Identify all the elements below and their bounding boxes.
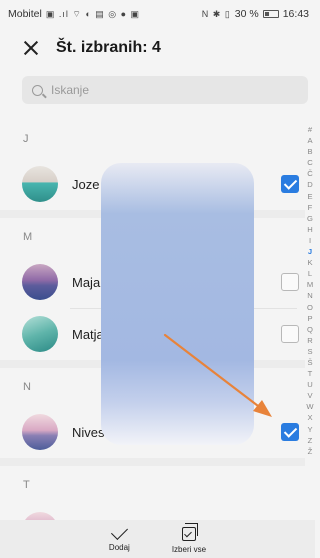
index-letter[interactable]: C — [307, 157, 312, 168]
index-letter[interactable]: Q — [307, 324, 313, 335]
search-input[interactable] — [51, 83, 281, 97]
search-bar[interactable] — [22, 76, 308, 104]
index-letter[interactable]: F — [308, 202, 313, 213]
header: Št. izbranih: 4 — [0, 28, 315, 68]
avatar — [22, 166, 58, 202]
index-letter[interactable]: J — [308, 246, 312, 257]
index-letter[interactable]: K — [307, 257, 312, 268]
index-letter[interactable]: N — [307, 290, 312, 301]
index-letter[interactable]: X — [307, 412, 312, 423]
index-letter[interactable]: Č — [307, 168, 312, 179]
close-icon[interactable] — [22, 39, 40, 57]
check-icon — [110, 523, 128, 540]
checkbox-checked[interactable] — [281, 423, 299, 441]
select-all-icon — [181, 523, 198, 541]
index-letter[interactable]: T — [308, 368, 313, 379]
index-letter[interactable]: M — [307, 279, 313, 290]
index-letter[interactable]: S — [307, 346, 312, 357]
section-divider — [0, 458, 305, 466]
index-letter[interactable]: Š — [307, 357, 312, 368]
index-letter[interactable]: L — [308, 268, 312, 279]
avatar — [22, 414, 58, 450]
checkbox-unchecked[interactable] — [281, 325, 299, 343]
clock: 16:43 — [282, 8, 309, 20]
index-letter[interactable]: P — [307, 313, 312, 324]
battery-percent: 30 % — [234, 8, 259, 20]
index-letter[interactable]: E — [307, 191, 312, 202]
index-letter[interactable]: Ž — [308, 446, 313, 457]
section-header-j: J — [0, 120, 305, 158]
index-letter[interactable]: H — [307, 224, 312, 235]
battery-icon — [262, 10, 279, 18]
index-letter[interactable]: B — [307, 146, 312, 157]
page-title: Št. izbranih: 4 — [56, 39, 161, 56]
status-right-icons: N ✱ ▯ — [201, 8, 231, 19]
section-header-t: T — [0, 466, 305, 504]
index-letter[interactable]: U — [307, 379, 312, 390]
index-letter[interactable]: R — [307, 335, 312, 346]
index-letter[interactable]: G — [307, 213, 313, 224]
index-letter[interactable]: D — [307, 179, 312, 190]
select-all-label: Izberi vse — [171, 545, 207, 554]
index-letter[interactable]: I — [309, 235, 311, 246]
select-all-button[interactable]: Izberi vse — [171, 523, 207, 558]
add-label: Dodaj — [108, 543, 130, 552]
status-left: Mobitel ▣ .ıl ⌔ ◐ ▤ ◎ ● ▣ — [8, 8, 140, 20]
status-right: N ✱ ▯ 30 % 16:43 — [202, 8, 309, 20]
checkbox-unchecked[interactable] — [281, 273, 299, 291]
index-letter[interactable]: O — [307, 302, 313, 313]
index-letter[interactable]: Y — [307, 424, 312, 435]
carrier-label: Mobitel — [8, 8, 42, 20]
status-bar: Mobitel ▣ .ıl ⌔ ◐ ▤ ◎ ● ▣ N ✱ ▯ 30 % 16:… — [0, 0, 315, 28]
avatar — [22, 264, 58, 300]
index-letter[interactable]: A — [307, 135, 312, 146]
alphabet-index[interactable]: # A B C Č D E F G H I J K L M N O P Q R S Š T U V W X Y Z Ž — [305, 124, 315, 457]
status-icons: ▣ .ıl ⌔ ◐ ▤ ◎ ● ▣ — [45, 8, 141, 19]
add-button[interactable]: Dodaj — [108, 523, 130, 558]
index-letter[interactable]: W — [306, 401, 313, 412]
index-letter[interactable]: # — [308, 124, 312, 135]
search-icon — [32, 84, 43, 96]
overlay-panel — [101, 163, 254, 445]
avatar — [22, 316, 58, 352]
bottom-bar: Dodaj Izberi vse — [0, 520, 315, 558]
index-letter[interactable]: V — [307, 390, 312, 401]
checkbox-checked[interactable] — [281, 175, 299, 193]
index-letter[interactable]: Z — [308, 435, 313, 446]
